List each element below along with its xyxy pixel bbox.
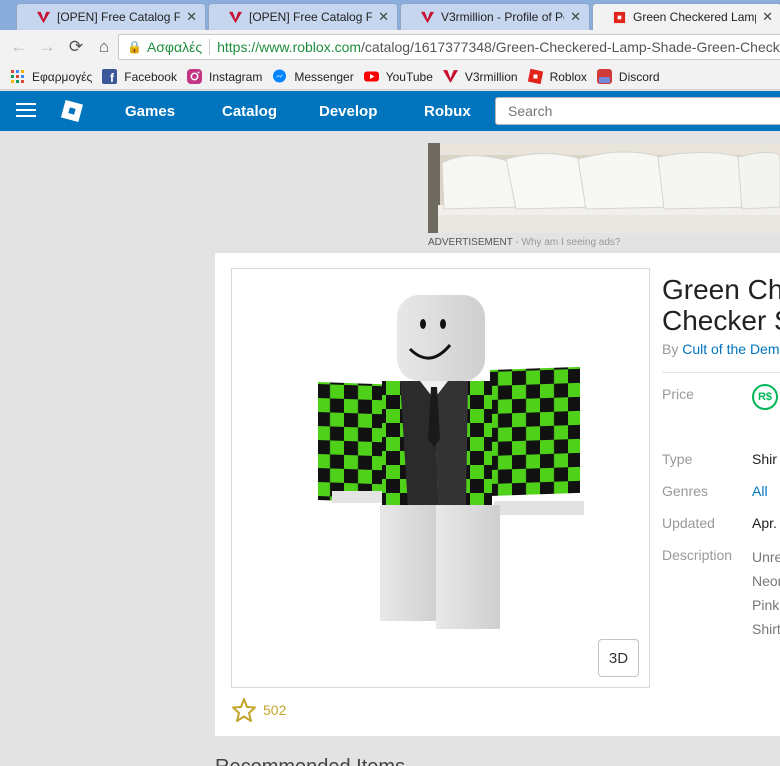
- ad-caption: ADVERTISEMENT - Why am I seeing ads?: [428, 237, 620, 248]
- updated-value: Apr.: [752, 515, 777, 531]
- bookmark-apps[interactable]: Εφαρμογές: [10, 69, 92, 84]
- v3rmillion-icon: [37, 11, 50, 23]
- url-host: https://www.roblox.com: [217, 39, 362, 55]
- item-title-line-1: Green Che: [662, 274, 780, 305]
- tab-title: [OPEN] Free Catalog Fav: [249, 10, 373, 24]
- type-label: Type: [662, 451, 693, 467]
- bookmark-label: V3rmillion: [464, 69, 518, 84]
- item-title: Green Che Checker S: [662, 274, 780, 336]
- tab-title: [OPEN] Free Catalog Fav: [57, 10, 181, 24]
- creator-link[interactable]: Cult of the Dem: [682, 341, 779, 357]
- browser-tab-3[interactable]: V3rmillion - Profile of Pe ✕: [400, 3, 590, 30]
- facebook-icon: f: [102, 69, 118, 84]
- advertisement-banner[interactable]: [428, 143, 780, 233]
- home-icon[interactable]: ⌂: [91, 34, 117, 60]
- creator-line: By Cult of the Dem: [662, 341, 780, 357]
- nav-catalog[interactable]: Catalog: [222, 103, 277, 120]
- divider: [209, 39, 211, 55]
- genres-label: Genres: [662, 483, 708, 499]
- type-value: Shir: [752, 451, 777, 467]
- tab-close-icon[interactable]: ✕: [762, 9, 773, 25]
- site-header: Games Catalog Develop Robux: [0, 91, 780, 131]
- roblox-logo[interactable]: [60, 99, 84, 123]
- sofa-ad-image: [428, 143, 780, 233]
- bookmark-label: Facebook: [124, 69, 177, 84]
- apps-grid-icon: [11, 70, 24, 83]
- recommended-heading: Recommended Items: [215, 756, 405, 766]
- bookmark-discord[interactable]: Discord: [596, 69, 660, 84]
- nav-develop[interactable]: Develop: [319, 103, 377, 120]
- bookmark-instagram[interactable]: Instagram: [186, 69, 263, 84]
- avatar-preview-image: [318, 295, 584, 629]
- description-line: Unre: [752, 549, 780, 565]
- youtube-icon: [363, 71, 379, 82]
- robux-icon: R$: [752, 384, 778, 410]
- url-path: /catalog/1617377348/Green-Checkered-Lamp…: [361, 39, 780, 55]
- browser-tab-active[interactable]: Green Checkered Lamp S ✕: [592, 3, 780, 30]
- item-thumbnail: [231, 268, 650, 688]
- v3rmillion-icon: [421, 11, 434, 23]
- browser-toolbar: ← → ⟳ ⌂ 🔒 Ασφαλές https://www.roblox.com…: [0, 30, 780, 64]
- browser-tab-1[interactable]: [OPEN] Free Catalog Fav ✕: [16, 3, 206, 30]
- tab-strip: [OPEN] Free Catalog Fav ✕ [OPEN] Free Ca…: [0, 0, 780, 30]
- hamburger-menu-icon[interactable]: [16, 103, 36, 119]
- tab-title: V3rmillion - Profile of Pe: [441, 10, 565, 24]
- bookmark-label: Εφαρμογές: [32, 69, 93, 84]
- bookmark-v3rmillion[interactable]: V3rmillion: [442, 69, 518, 84]
- price-label: Price: [662, 386, 694, 402]
- forward-arrow-icon[interactable]: →: [34, 34, 60, 60]
- browser-tab-2[interactable]: [OPEN] Free Catalog Fav ✕: [208, 3, 398, 30]
- secure-label: Ασφαλές: [146, 39, 203, 55]
- nav-games[interactable]: Games: [125, 103, 175, 120]
- v3rmillion-icon: [442, 70, 458, 83]
- bookmark-messenger[interactable]: Messenger: [272, 69, 354, 84]
- bookmark-label: Roblox: [549, 69, 587, 84]
- instagram-icon: [186, 69, 202, 84]
- lock-icon: 🔒: [127, 40, 142, 54]
- description-line: Pink: [752, 597, 780, 613]
- v3rmillion-icon: [229, 11, 242, 23]
- bookmark-roblox[interactable]: Roblox: [527, 69, 587, 84]
- reload-icon[interactable]: ⟳: [63, 34, 89, 60]
- search-input[interactable]: [495, 97, 780, 125]
- tab-close-icon[interactable]: ✕: [378, 9, 389, 25]
- tab-title: Green Checkered Lamp S: [633, 10, 756, 24]
- item-title-line-2: Checker S: [662, 305, 780, 336]
- description-label: Description: [662, 547, 733, 563]
- updated-label: Updated: [662, 515, 715, 531]
- description-line: Shirt: [752, 621, 780, 637]
- why-ads-link[interactable]: - Why am I seeing ads?: [513, 237, 620, 248]
- bookmark-youtube[interactable]: YouTube: [363, 69, 433, 84]
- favorite-star-icon[interactable]: [231, 697, 257, 723]
- roblox-icon: [613, 11, 626, 23]
- by-prefix: By: [662, 341, 683, 357]
- view-3d-button[interactable]: 3D: [598, 639, 639, 677]
- bookmark-label: YouTube: [385, 69, 433, 84]
- address-bar[interactable]: 🔒 Ασφαλές https://www.roblox.com/catalog…: [118, 34, 780, 60]
- discord-icon: [596, 69, 612, 84]
- divider: [662, 372, 780, 373]
- ad-label: ADVERTISEMENT: [428, 237, 513, 248]
- tab-close-icon[interactable]: ✕: [186, 9, 197, 25]
- bookmark-label: Discord: [618, 69, 660, 84]
- genres-link[interactable]: All: [752, 483, 768, 499]
- nav-robux[interactable]: Robux: [424, 103, 471, 120]
- back-arrow-icon[interactable]: ←: [6, 34, 32, 60]
- roblox-icon: [527, 69, 543, 84]
- bookmark-label: Instagram: [208, 69, 263, 84]
- bookmarks-bar: Εφαρμογές f Facebook Instagram Messenger…: [0, 64, 780, 90]
- bookmark-facebook[interactable]: f Facebook: [102, 69, 177, 84]
- favorite-count: 502: [263, 702, 287, 718]
- description-line: Neon: [752, 573, 780, 589]
- tab-close-icon[interactable]: ✕: [570, 9, 581, 25]
- screen: [OPEN] Free Catalog Fav ✕ [OPEN] Free Ca…: [0, 0, 780, 766]
- bookmark-label: Messenger: [294, 69, 354, 84]
- messenger-icon: [273, 69, 287, 83]
